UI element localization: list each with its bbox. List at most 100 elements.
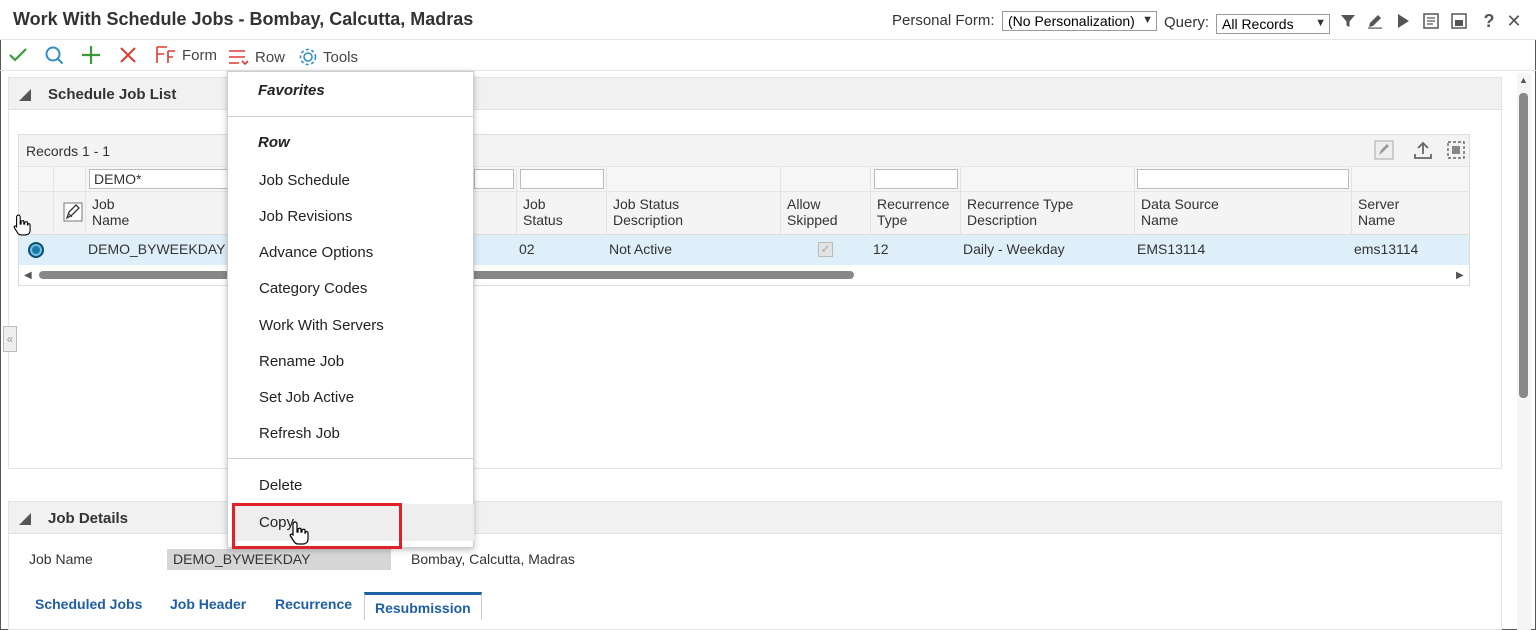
col-server-name[interactable]: Server Name [1358, 196, 1399, 228]
scroll-right-arrow-icon[interactable]: ▶ [1456, 270, 1464, 281]
edit-pencil-icon[interactable] [1365, 11, 1385, 31]
collapse-triangle-icon[interactable] [19, 513, 31, 525]
vertical-scrollbar-thumb[interactable] [1519, 93, 1528, 398]
col-data-source-name[interactable]: Data Source Name [1141, 196, 1219, 228]
close-icon[interactable]: ✕ [1504, 11, 1524, 31]
vertical-scrollbar[interactable]: ▲ [1517, 73, 1531, 630]
menu-item-refresh-job[interactable]: Refresh Job [259, 425, 340, 442]
query-label: Query: [1164, 14, 1210, 31]
qbe-recurrence-type-input[interactable] [874, 169, 958, 189]
col-recurrence-type-description[interactable]: Recurrence Type Description [967, 196, 1073, 228]
cancel-button[interactable] [118, 45, 138, 65]
col-job-name[interactable]: Job Name [92, 196, 129, 228]
column-divider [960, 167, 961, 235]
col-job-status[interactable]: Job Status [523, 196, 563, 228]
job-details-tabs: Scheduled Jobs Job Header Recurrence Res… [9, 592, 1501, 620]
gear-icon [299, 48, 317, 66]
menu-item-job-schedule[interactable]: Job Schedule [259, 172, 350, 189]
ok-button[interactable] [8, 45, 28, 65]
form-toolbar: Form Row Tools [0, 41, 1536, 71]
column-divider [780, 167, 781, 235]
column-divider [53, 167, 54, 235]
row-edit-icon[interactable] [63, 202, 83, 225]
menu-item-work-with-servers[interactable]: Work With Servers [259, 317, 384, 334]
grid-edit-icon[interactable] [1374, 140, 1394, 163]
add-button[interactable] [81, 45, 101, 65]
job-name-description: Bombay, Calcutta, Madras [411, 551, 575, 567]
tab-job-header[interactable]: Job Header [170, 596, 246, 612]
menu-item-category-codes[interactable]: Category Codes [259, 280, 367, 297]
chevron-down-icon: ▼ [1315, 17, 1326, 29]
tab-resubmission[interactable]: Resubmission [364, 592, 482, 620]
personal-form-label: Personal Form: [892, 12, 995, 29]
scroll-up-arrow-icon[interactable]: ▲ [1519, 75, 1528, 85]
column-divider [870, 167, 871, 235]
col-recurrence-type[interactable]: Recurrence Type [877, 196, 949, 228]
help-icon[interactable]: ? [1479, 11, 1499, 31]
personal-form-select[interactable]: (No Personalization) ▼ [1002, 11, 1157, 31]
row-menu-dropdown: Favorites Row Job Schedule Job Revisions… [227, 71, 474, 548]
allow-skipped-checkbox: ✓ [818, 242, 833, 257]
qbe-data-source-input[interactable] [1137, 169, 1349, 189]
collapse-triangle-icon[interactable] [19, 89, 31, 101]
hand-pointer-icon [289, 521, 309, 545]
menu-item-job-revisions[interactable]: Job Revisions [259, 208, 352, 225]
check-icon [9, 48, 27, 62]
row-select-radio[interactable] [28, 242, 44, 258]
qbe-input[interactable] [474, 169, 514, 189]
query-select[interactable]: All Records ▼ [1216, 14, 1330, 34]
menu-favorites-header: Favorites [258, 82, 325, 99]
cell-recurrence-type: 12 [873, 241, 889, 257]
col-job-status-description[interactable]: Job Status Description [613, 196, 683, 228]
menu-row-header: Row [258, 134, 290, 151]
plus-icon [82, 46, 100, 64]
scroll-left-arrow-icon[interactable]: ◀ [24, 270, 32, 281]
side-panel-toggle[interactable]: « [3, 326, 17, 352]
search-icon [45, 46, 64, 65]
title-bar: Work With Schedule Jobs - Bombay, Calcut… [0, 0, 1536, 40]
cell-job-status: 02 [519, 241, 535, 257]
find-button[interactable] [44, 45, 64, 65]
list-doc-icon[interactable] [1421, 11, 1441, 31]
form-menu-button[interactable]: Form [155, 45, 217, 65]
job-name-label: Job Name [29, 551, 93, 567]
cell-job-name: DEMO_BYWEEKDAY [88, 241, 226, 257]
hand-pointer-icon [13, 214, 31, 236]
personal-form-value: (No Personalization) [1008, 13, 1135, 29]
menu-divider [228, 458, 473, 459]
tab-scheduled-jobs[interactable]: Scheduled Jobs [35, 596, 142, 612]
job-details-title: Job Details [48, 510, 129, 527]
column-divider [606, 167, 607, 235]
job-name-field: DEMO_BYWEEKDAY [167, 549, 391, 570]
form-menu-label: Form [182, 46, 217, 64]
tools-menu-button[interactable]: Tools [298, 47, 358, 67]
menu-item-set-job-active[interactable]: Set Job Active [259, 389, 354, 406]
cell-data-source-name: EMS13114 [1137, 241, 1206, 257]
tab-recurrence[interactable]: Recurrence [275, 596, 352, 612]
menu-item-advance-options[interactable]: Advance Options [259, 244, 373, 261]
schedule-job-list-title: Schedule Job List [48, 86, 177, 103]
qbe-job-name-input[interactable]: DEMO* [89, 169, 229, 189]
x-icon [120, 47, 136, 63]
query-value: All Records [1222, 16, 1294, 32]
menu-item-delete[interactable]: Delete [259, 477, 302, 494]
cell-job-status-description: Not Active [609, 241, 673, 257]
page-title: Work With Schedule Jobs - Bombay, Calcut… [13, 9, 474, 29]
cell-server-name: ems13114 [1354, 241, 1419, 257]
upload-icon[interactable] [1413, 140, 1433, 163]
column-divider [1134, 167, 1135, 235]
column-divider [516, 167, 517, 235]
export-icon[interactable] [1449, 11, 1469, 31]
play-icon[interactable] [1393, 11, 1413, 31]
menu-item-rename-job[interactable]: Rename Job [259, 353, 344, 370]
records-count: Records 1 - 1 [26, 143, 111, 159]
filter-icon[interactable] [1338, 11, 1358, 31]
row-menu-button[interactable]: Row [228, 47, 285, 67]
menu-divider [228, 116, 473, 117]
copy-highlight-box [232, 503, 402, 549]
grid-maximize-icon[interactable] [1446, 140, 1466, 163]
form-icon [156, 46, 175, 63]
column-divider [1351, 167, 1352, 235]
col-allow-skipped[interactable]: Allow Skipped [787, 196, 838, 228]
qbe-job-status-input[interactable] [520, 169, 604, 189]
